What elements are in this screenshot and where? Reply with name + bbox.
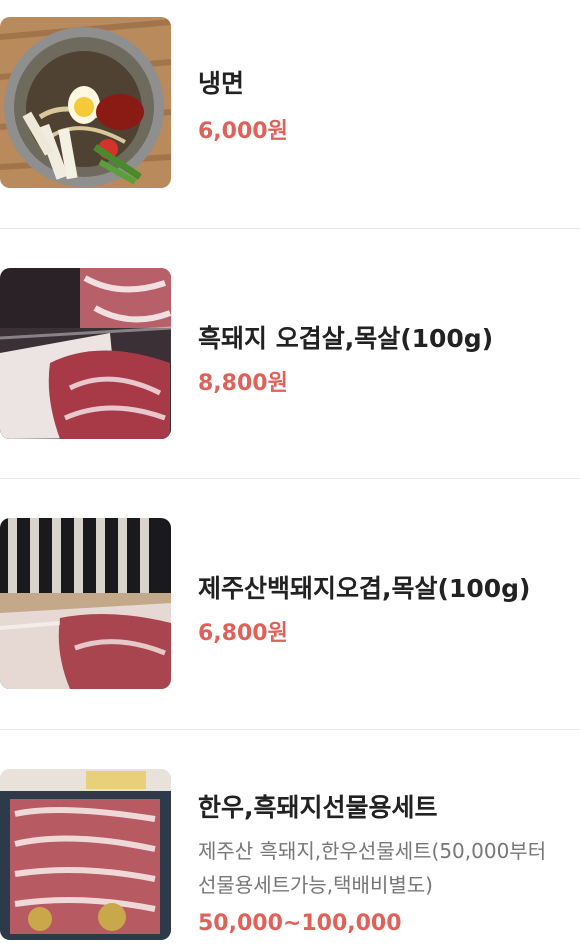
description-line: 선물용세트가능,택배비별도): [198, 873, 433, 897]
menu-list: 냉면 6,000원 흑돼지 오겹살,목살(100g) 8,800원 제주산백돼지…: [0, 0, 580, 952]
black-pork-photo: [0, 268, 171, 439]
naengmyeon-photo: [0, 17, 171, 188]
menu-item[interactable]: 냉면 6,000원: [0, 0, 580, 228]
item-price: 6,800원: [198, 621, 288, 646]
item-name: 한우,흑돼지선물용세트: [198, 793, 438, 822]
item-name: 흑돼지 오겹살,목살(100g): [198, 324, 494, 353]
white-pork-photo: [0, 518, 171, 689]
menu-item[interactable]: 제주산백돼지오겹,목살(100g) 6,800원: [0, 479, 580, 729]
menu-item[interactable]: 흑돼지 오겹살,목살(100g) 8,800원: [0, 229, 580, 478]
menu-item[interactable]: 한우,흑돼지선물용세트 제주산 흑돼지,한우선물세트(50,000부터 선물용세…: [0, 730, 580, 952]
item-price: 8,800원: [198, 371, 288, 396]
item-price: 6,000원: [198, 119, 288, 144]
item-price: 50,000~100,000: [198, 911, 402, 936]
item-name: 제주산백돼지오겹,목살(100g): [198, 574, 531, 603]
item-description: 제주산 흑돼지,한우선물세트(50,000부터 선물용세트가능,택배비별도): [198, 834, 578, 902]
item-name: 냉면: [198, 69, 245, 98]
gift-set-photo: [0, 769, 171, 940]
description-line: 제주산 흑돼지,한우선물세트(50,000부터: [198, 839, 547, 863]
